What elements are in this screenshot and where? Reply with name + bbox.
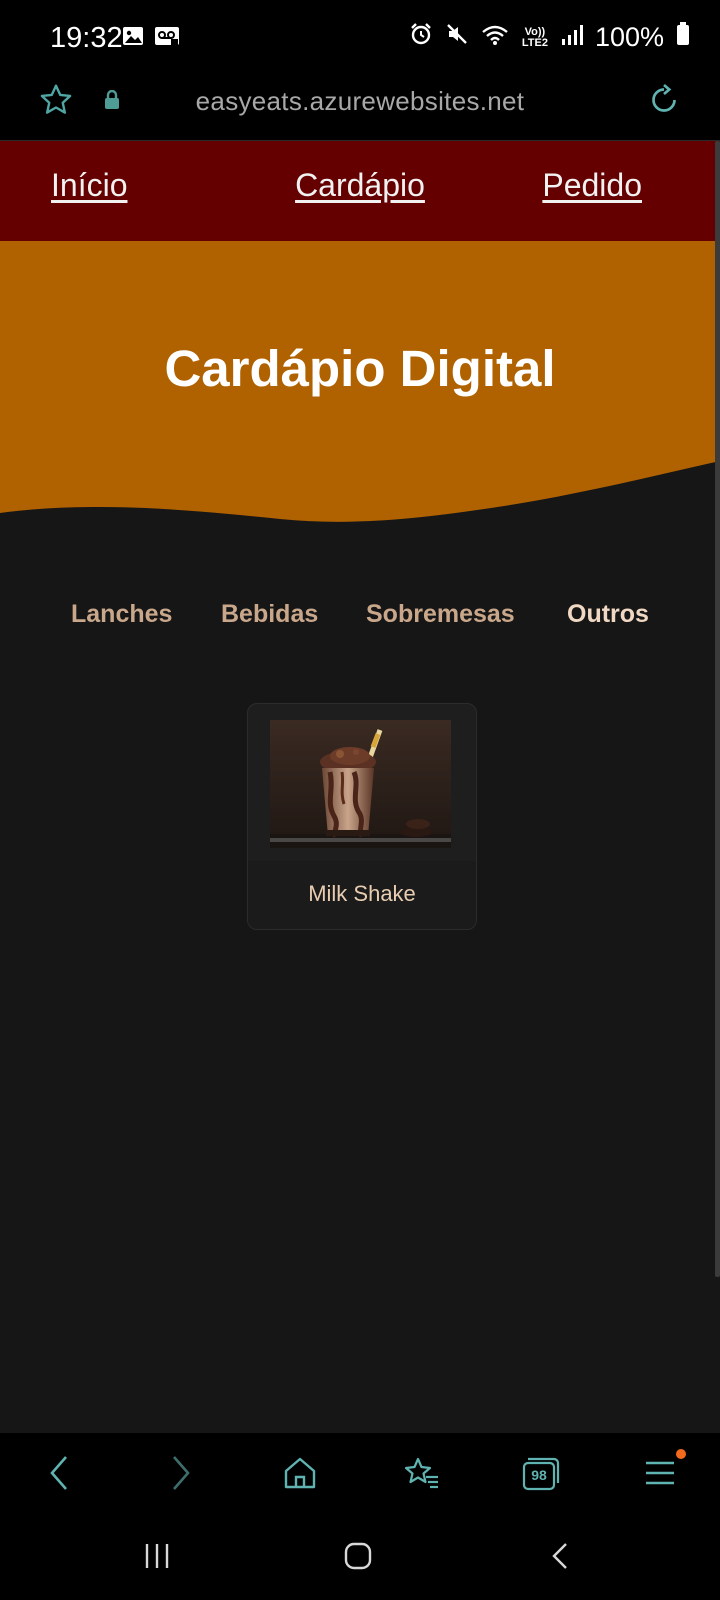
browser-url-bar: easyeats.azurewebsites.net — [0, 78, 720, 141]
notification-dot — [676, 1449, 686, 1459]
bookmarks-icon[interactable] — [402, 1453, 442, 1498]
menu-icon[interactable] — [644, 1453, 676, 1498]
menu-item-name: Milk Shake — [308, 881, 416, 906]
signal-icon — [561, 22, 583, 53]
site-nav: Início Cardápio Pedido — [0, 141, 720, 241]
battery-percent: 100% — [594, 22, 664, 52]
home-circle-icon[interactable] — [343, 1541, 373, 1576]
tabs-count: 98 — [531, 1467, 547, 1483]
alarm-icon — [409, 22, 433, 53]
mute-icon — [445, 22, 469, 53]
battery-icon — [676, 22, 690, 53]
tab-bebidas[interactable]: Bebidas — [221, 600, 318, 629]
milkshake-photo — [270, 720, 451, 848]
status-bar: 19:32 Vo)) LTE2 100% — [0, 0, 720, 78]
tab-sobremesas[interactable]: Sobremesas — [366, 600, 515, 629]
home-icon[interactable] — [282, 1453, 318, 1498]
tab-lanches[interactable]: Lanches — [71, 600, 172, 629]
page-title: Cardápio Digital — [164, 340, 556, 397]
forward-icon[interactable] — [166, 1453, 196, 1498]
hero-banner: Cardápio Digital — [0, 241, 720, 541]
menu-item-card[interactable]: Milk Shake — [247, 703, 477, 930]
back-arrow-icon[interactable] — [548, 1541, 572, 1576]
recents-icon[interactable] — [142, 1541, 172, 1576]
page-scrollbar[interactable] — [715, 141, 720, 1277]
system-nav-bar — [0, 1513, 720, 1600]
reload-icon[interactable] — [646, 82, 682, 123]
wifi-icon — [481, 22, 509, 53]
gallery-icon — [122, 26, 144, 51]
voicemail-icon — [154, 26, 180, 51]
url-text[interactable]: easyeats.azurewebsites.net — [0, 86, 720, 117]
nav-link-pedido[interactable]: Pedido — [542, 167, 642, 204]
browser-toolbar: 98 — [0, 1433, 720, 1513]
status-time: 19:32 — [50, 22, 123, 54]
network-label: Vo)) LTE2 — [521, 25, 548, 49]
tab-outros[interactable]: Outros — [567, 600, 649, 629]
category-tabs: Lanches Bebidas Sobremesas Outros — [0, 600, 720, 640]
back-icon[interactable] — [44, 1453, 74, 1498]
tabs-icon[interactable]: 98 — [520, 1453, 560, 1498]
